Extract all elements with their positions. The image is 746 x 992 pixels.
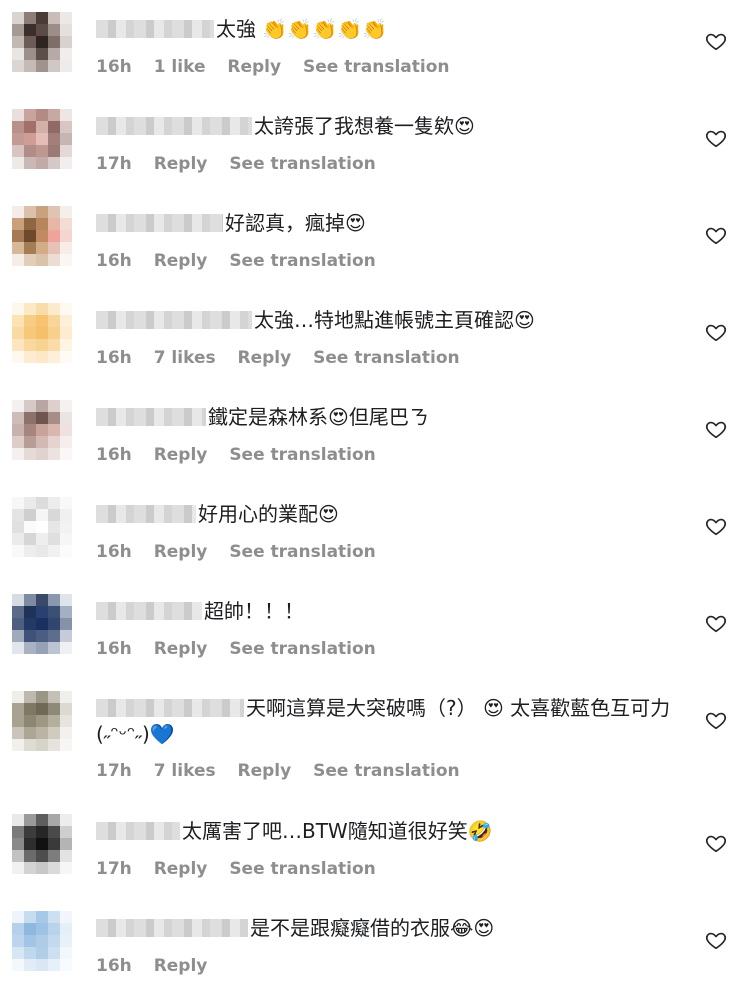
username-redacted[interactable]: [96, 602, 202, 620]
comment-text: 太誇張了我想養一隻欸😍: [254, 114, 475, 138]
comment-line: 太誇張了我想養一隻欸😍: [96, 113, 691, 139]
comment-line: 是不是跟癡癡借的衣服😂😍: [96, 915, 691, 941]
avatar[interactable]: [12, 497, 72, 557]
reply-button[interactable]: Reply: [154, 445, 208, 465]
heart-icon[interactable]: [705, 127, 727, 149]
reply-button[interactable]: Reply: [238, 348, 292, 368]
likes-count[interactable]: 1 like: [154, 57, 206, 77]
comment-meta: 16h 1 like Reply See translation: [96, 57, 465, 77]
reply-button[interactable]: Reply: [154, 956, 208, 976]
avatar[interactable]: [12, 303, 72, 363]
avatar[interactable]: [12, 12, 72, 72]
heart-icon[interactable]: [705, 418, 727, 440]
comment-meta: 16h Reply See translation: [96, 639, 392, 659]
reply-button[interactable]: Reply: [238, 761, 292, 781]
see-translation-button[interactable]: See translation: [313, 348, 459, 368]
heart-icon[interactable]: [705, 515, 727, 537]
comment-time: 16h: [96, 956, 132, 976]
comment-meta: 16h Reply See translation: [96, 251, 392, 271]
comment-text: 太厲害了吧…BTW隨知道很好笑🤣: [182, 819, 493, 843]
reply-button[interactable]: Reply: [227, 57, 281, 77]
comment-line: 天啊這算是大突破嗎（?） 😍 太喜歡藍色互可力 (˶ᵔᵕᵔ˶)💙: [96, 695, 691, 747]
comment-meta: 17h 7 likes Reply See translation: [96, 761, 476, 781]
username-redacted[interactable]: [96, 505, 196, 523]
comment-line: 好認真，瘋掉😍: [96, 210, 691, 236]
reply-button[interactable]: Reply: [154, 859, 208, 879]
comment-time: 16h: [96, 348, 132, 368]
avatar[interactable]: [12, 594, 72, 654]
username-redacted[interactable]: [96, 117, 252, 135]
comment-meta: 17h Reply See translation: [96, 154, 392, 174]
comment-text: 超帥！！！: [204, 599, 304, 623]
heart-icon[interactable]: [705, 321, 727, 343]
comment-text: 鐵定是森林系😍但尾巴ㄋ: [208, 405, 429, 429]
avatar[interactable]: [12, 109, 72, 169]
avatar[interactable]: [12, 691, 72, 751]
reply-button[interactable]: Reply: [154, 542, 208, 562]
comment-line: 鐵定是森林系😍但尾巴ㄋ: [96, 404, 691, 430]
comment-time: 17h: [96, 154, 132, 174]
likes-count[interactable]: 7 likes: [154, 761, 216, 781]
comment-time: 16h: [96, 639, 132, 659]
likes-count[interactable]: 7 likes: [154, 348, 216, 368]
heart-icon[interactable]: [705, 709, 727, 731]
username-redacted[interactable]: [96, 20, 214, 38]
comment-line: 好用心的業配😍: [96, 501, 691, 527]
comment-meta: 16h Reply See translation: [96, 542, 392, 562]
comment-line: 太強…特地點進帳號主頁確認😍: [96, 307, 691, 333]
comment-time: 16h: [96, 542, 132, 562]
comment-line: 超帥！！！: [96, 598, 691, 624]
heart-icon[interactable]: [705, 224, 727, 246]
username-redacted[interactable]: [96, 214, 223, 232]
reply-button[interactable]: Reply: [154, 251, 208, 271]
heart-icon[interactable]: [705, 612, 727, 634]
comment-meta: 16h Reply: [96, 956, 223, 976]
see-translation-button[interactable]: See translation: [313, 761, 459, 781]
see-translation-button[interactable]: See translation: [229, 251, 375, 271]
username-redacted[interactable]: [96, 822, 180, 840]
username-redacted[interactable]: [96, 408, 206, 426]
comment-time: 16h: [96, 445, 132, 465]
comment-time: 17h: [96, 761, 132, 781]
comment-text: 是不是跟癡癡借的衣服😂😍: [250, 916, 495, 940]
username-redacted[interactable]: [96, 919, 248, 937]
see-translation-button[interactable]: See translation: [303, 57, 449, 77]
avatar[interactable]: [12, 400, 72, 460]
username-redacted[interactable]: [96, 311, 252, 329]
comment-meta: 16h 7 likes Reply See translation: [96, 348, 476, 368]
avatar[interactable]: [12, 206, 72, 266]
comment-meta: 16h Reply See translation: [96, 445, 392, 465]
comment-time: 16h: [96, 57, 132, 77]
username-redacted[interactable]: [96, 699, 244, 717]
comment-text: 好認真，瘋掉😍: [225, 211, 366, 235]
see-translation-button[interactable]: See translation: [229, 859, 375, 879]
heart-icon[interactable]: [705, 832, 727, 854]
reply-button[interactable]: Reply: [154, 639, 208, 659]
comment-line: 太厲害了吧…BTW隨知道很好笑🤣: [96, 818, 691, 844]
comment-text: 好用心的業配😍: [198, 502, 339, 526]
see-translation-button[interactable]: See translation: [229, 154, 375, 174]
comment-time: 17h: [96, 859, 132, 879]
comment-text: 太強…特地點進帳號主頁確認😍: [254, 308, 535, 332]
comment-text: 太強 👏👏👏👏👏: [216, 17, 387, 41]
heart-icon[interactable]: [705, 30, 727, 52]
heart-icon[interactable]: [705, 929, 727, 951]
comment-time: 16h: [96, 251, 132, 271]
avatar[interactable]: [12, 814, 72, 874]
reply-button[interactable]: Reply: [154, 154, 208, 174]
comment-line: 太強 👏👏👏👏👏: [96, 16, 691, 42]
see-translation-button[interactable]: See translation: [229, 639, 375, 659]
comment-meta: 17h Reply See translation: [96, 859, 392, 879]
avatar[interactable]: [12, 911, 72, 971]
see-translation-button[interactable]: See translation: [229, 445, 375, 465]
see-translation-button[interactable]: See translation: [229, 542, 375, 562]
